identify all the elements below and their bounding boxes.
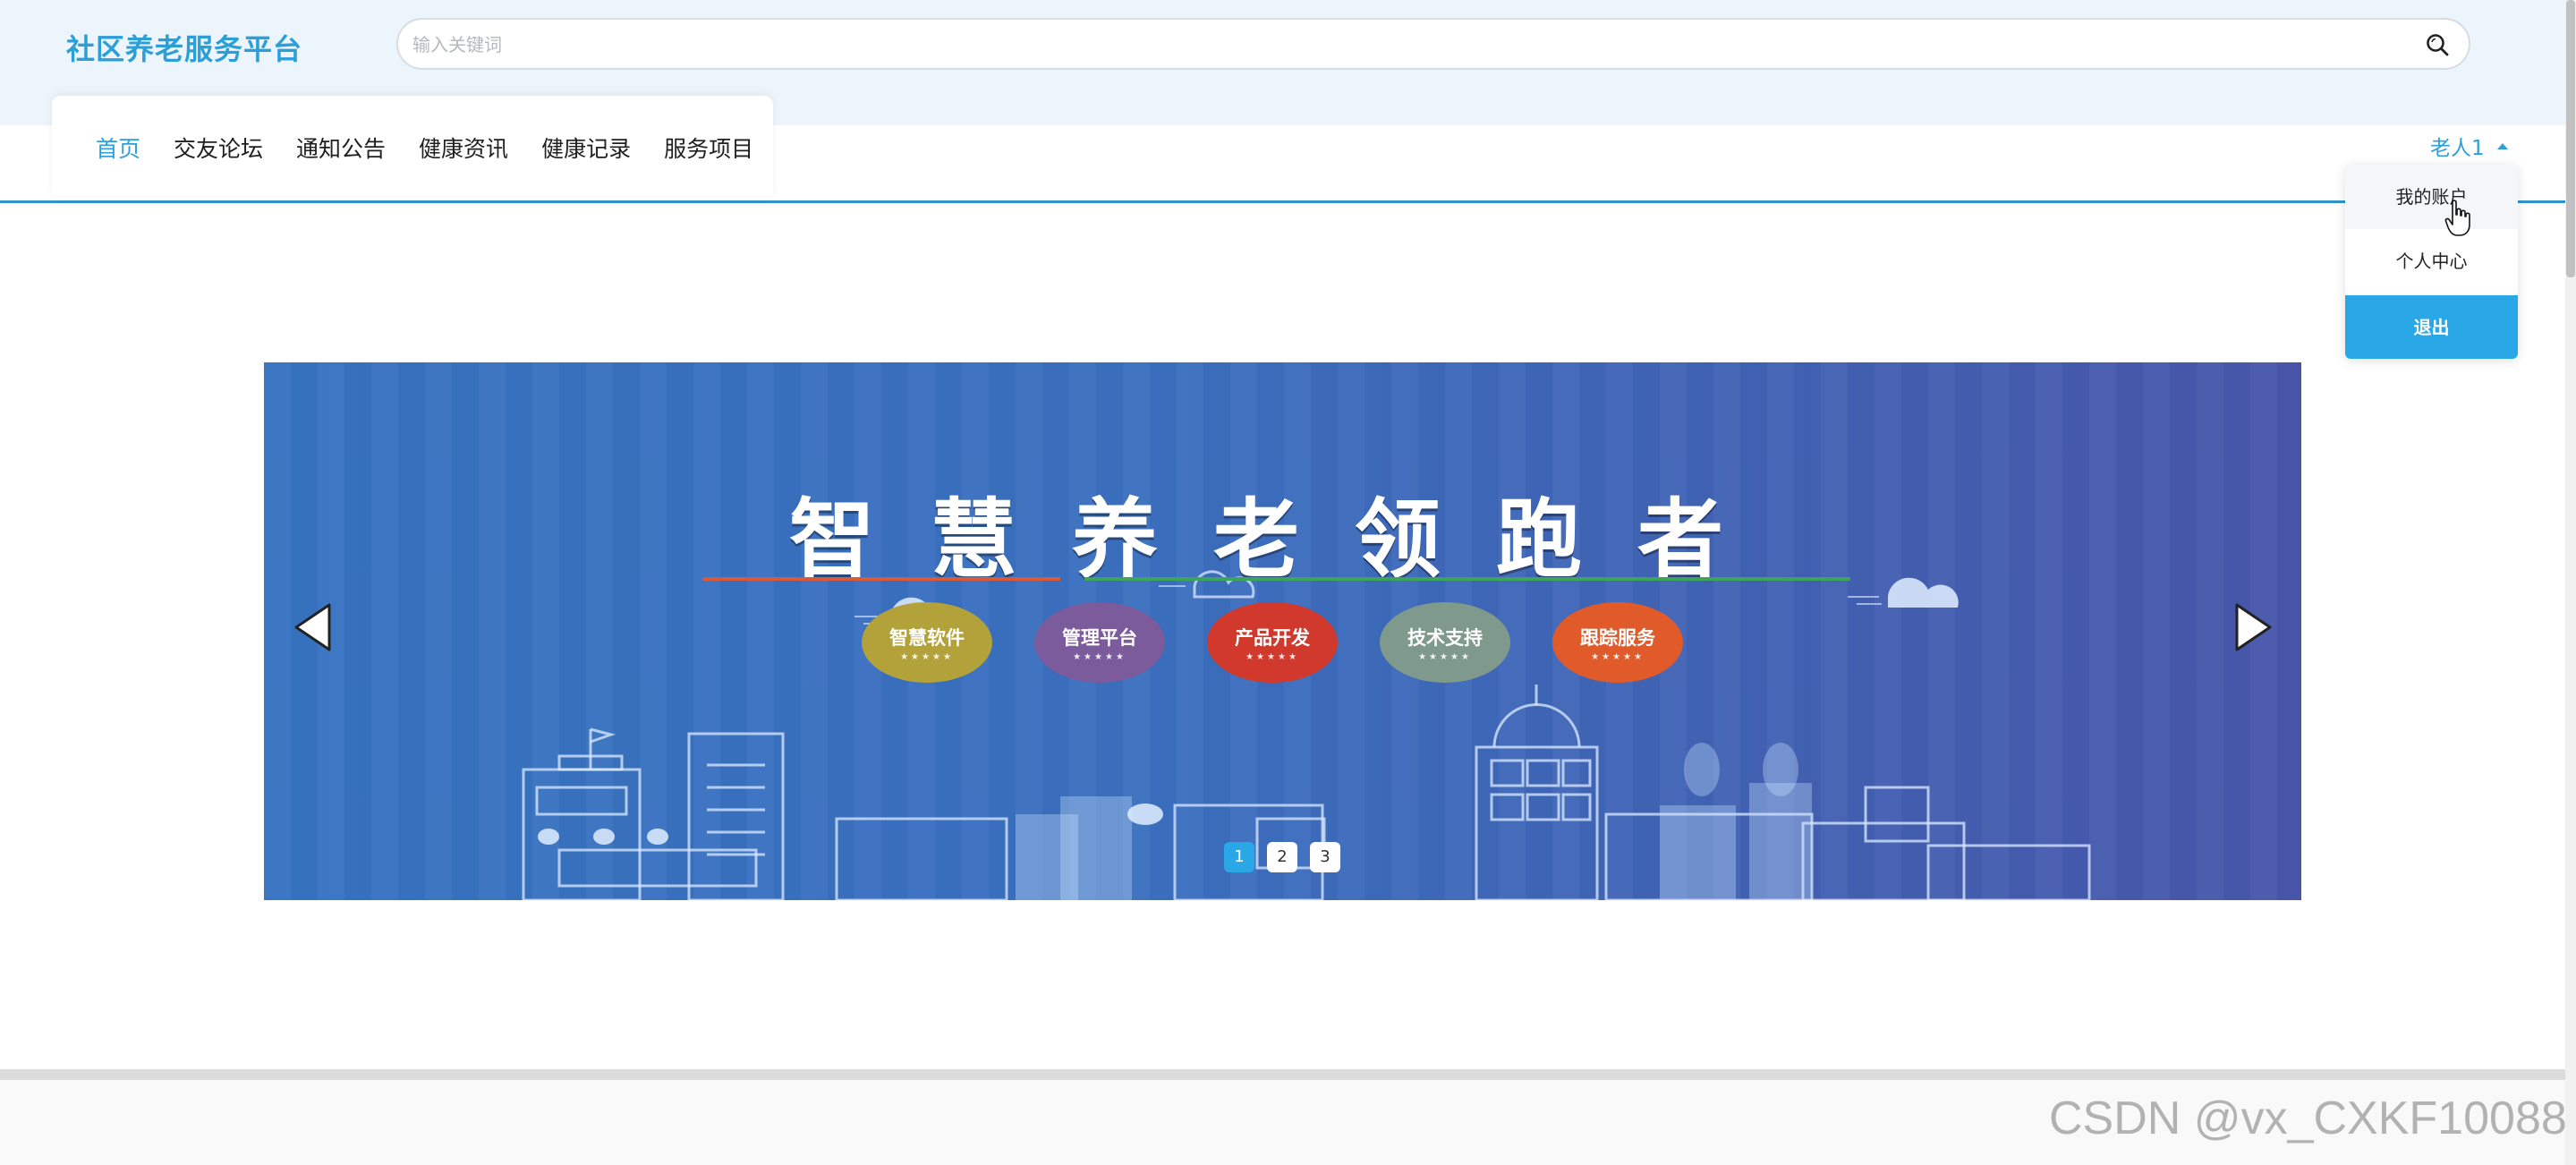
- pill-tracking-service: 跟踪服务 ★★★★★: [1552, 602, 1683, 683]
- carousel-dot-3[interactable]: 3: [1310, 842, 1340, 872]
- banner-headline: 智慧养老领跑者: [789, 489, 1779, 590]
- search-bar: [396, 18, 2470, 70]
- headline-underline-green: [1084, 577, 1850, 581]
- logout-button[interactable]: 退出: [2345, 295, 2518, 359]
- pill-smart-software: 智慧软件 ★★★★★: [862, 602, 992, 683]
- pill-management-platform: 管理平台 ★★★★★: [1034, 602, 1165, 683]
- menu-item-personal-center[interactable]: 个人中心: [2345, 229, 2518, 293]
- carousel-dot-2[interactable]: 2: [1267, 842, 1297, 872]
- nav-item-health-news[interactable]: 健康资讯: [419, 132, 508, 164]
- user-menu-toggle[interactable]: 老人1: [2430, 131, 2508, 161]
- main-nav: 首页 交友论坛 通知公告 健康资讯 健康记录 服务项目: [52, 96, 773, 196]
- section-divider: [0, 1069, 2565, 1080]
- nav-item-notices[interactable]: 通知公告: [296, 132, 386, 164]
- carousel-prev-arrow-icon[interactable]: [292, 601, 333, 653]
- user-dropdown: 我的账户 个人中心 退出: [2345, 165, 2518, 359]
- nav-item-home[interactable]: 首页: [96, 132, 140, 164]
- pill-product-development: 产品开发 ★★★★★: [1207, 602, 1338, 683]
- caret-up-icon: [2496, 142, 2508, 149]
- scrollbar-thumb[interactable]: [2566, 0, 2575, 277]
- nav-item-health-records[interactable]: 健康记录: [541, 132, 631, 164]
- carousel-dot-1[interactable]: 1: [1224, 842, 1254, 872]
- pill-tech-support: 技术支持 ★★★★★: [1380, 602, 1510, 683]
- hero-banner[interactable]: 智慧养老领跑者 智慧软件 ★★★★★ 管理平台 ★★★★★ 产品开发 ★★★★★ 技术…: [264, 362, 2301, 900]
- carousel-next-arrow-icon[interactable]: [2233, 601, 2274, 653]
- user-name: 老人1: [2430, 137, 2485, 160]
- nav-item-services[interactable]: 服务项目: [664, 132, 753, 164]
- carousel-pagination: 1 2 3: [1224, 842, 1353, 872]
- search-icon[interactable]: [2424, 31, 2451, 58]
- hand-cursor-icon: [2444, 200, 2470, 236]
- search-input[interactable]: [411, 29, 2383, 61]
- site-logo[interactable]: 社区养老服务平台: [66, 27, 302, 68]
- watermark-text: CSDN @vx_CXKF10088: [2049, 1093, 2567, 1144]
- headline-underline-red: [702, 577, 1060, 581]
- menu-item-my-account[interactable]: 我的账户: [2345, 165, 2518, 229]
- nav-item-forum[interactable]: 交友论坛: [174, 132, 263, 164]
